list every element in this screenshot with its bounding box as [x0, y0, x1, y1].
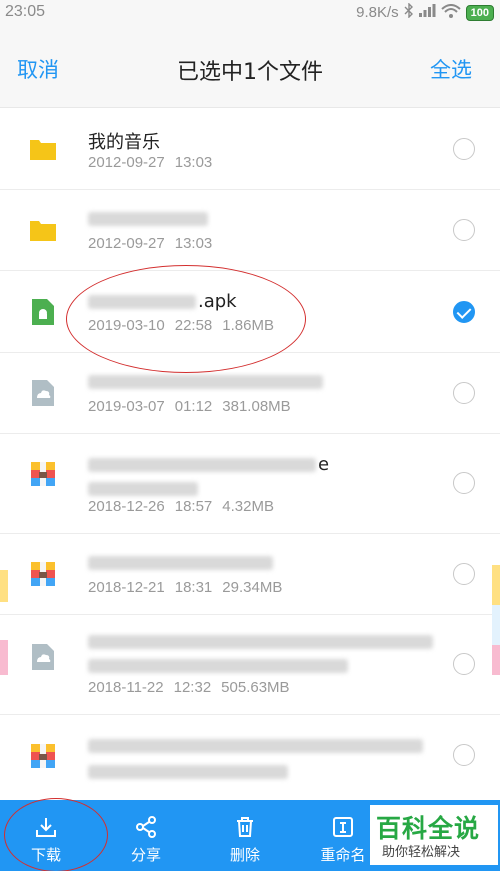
list-item[interactable]: 2018-12-21 18:31 29.34MB: [0, 534, 500, 615]
folder-icon: [30, 221, 56, 241]
page-title: 已选中1个文件: [177, 60, 323, 85]
selection-header: 取消 已选中1个文件 全选: [0, 26, 500, 108]
edge-decoration: [492, 605, 500, 645]
file-date: 2019-03-07: [88, 398, 165, 415]
download-icon: [36, 818, 56, 837]
download-label: 下载: [30, 846, 61, 864]
file-name-line2: [88, 655, 348, 676]
file-meta: 2018-11-22 12:32 505.63MB: [88, 679, 290, 696]
list-item[interactable]: 2018-11-22 12:32 505.63MB: [0, 615, 500, 715]
file-date: 2018-11-22: [88, 679, 164, 696]
file-time: 12:32: [173, 679, 212, 696]
file-date: 2018-12-21: [88, 579, 165, 596]
file-name: .apk: [88, 291, 237, 312]
delete-button[interactable]: 删除: [205, 800, 285, 871]
file-time: 13:03: [174, 154, 213, 171]
file-meta: 2019-03-10 22:58 1.86MB: [88, 317, 274, 334]
select-radio-checked[interactable]: [453, 301, 475, 323]
download-button[interactable]: 下载: [6, 800, 86, 871]
delete-label: 删除: [229, 846, 260, 864]
select-all-button[interactable]: 全选: [430, 54, 472, 84]
file-time: 18:31: [174, 579, 213, 596]
file-size: 29.34MB: [222, 579, 283, 596]
file-size: 381.08MB: [222, 398, 291, 415]
file-meta: 2012-09-27 13:03: [88, 154, 212, 171]
list-item[interactable]: .apk 2019-03-10 22:58 1.86MB: [0, 271, 500, 353]
file-meta: 2019-03-07 01:12 381.08MB: [88, 398, 291, 415]
watermark-title: 百科全说: [376, 814, 481, 843]
wifi-icon: [440, 3, 461, 22]
trash-icon: [237, 817, 253, 837]
archive-icon: [31, 562, 55, 586]
file-name: 我的音乐: [88, 132, 160, 153]
archive-icon: [31, 462, 55, 486]
share-icon: [136, 816, 156, 838]
file-date: 2019-03-10: [88, 317, 165, 334]
file-size: 1.86MB: [222, 317, 274, 334]
file-list: 我的音乐 2012-09-27 13:03 2012-09-27 13:03 .ap…: [0, 108, 500, 800]
list-item[interactable]: [0, 715, 500, 800]
select-radio[interactable]: [453, 382, 475, 404]
edge-decoration: [0, 640, 8, 675]
file-name: e: [88, 454, 329, 475]
file-time: 18:57: [174, 498, 213, 515]
apk-icon: [32, 299, 54, 325]
list-item[interactable]: 2012-09-27 13:03: [0, 190, 500, 271]
archive-icon: [31, 744, 55, 768]
rename-icon: [333, 817, 353, 837]
file-name: [88, 631, 433, 652]
select-radio[interactable]: [453, 472, 475, 494]
select-radio[interactable]: [453, 653, 475, 675]
file-date: 2012-09-27: [88, 154, 165, 171]
list-item[interactable]: e 2018-12-26 18:57 4.32MB: [0, 434, 500, 534]
file-time: 22:58: [174, 317, 213, 334]
file-name: [88, 371, 323, 392]
file-name: [88, 208, 208, 229]
edge-decoration: [492, 645, 500, 675]
file-name: [88, 735, 423, 756]
select-radio[interactable]: [453, 744, 475, 766]
status-bar: 23:05 9.8K/s 100: [0, 0, 500, 26]
file-time: 13:03: [174, 235, 213, 252]
edge-decoration: [0, 570, 8, 602]
battery-icon: 100: [465, 4, 494, 21]
file-meta: 2018-12-26 18:57 4.32MB: [88, 498, 274, 515]
watermark-subtitle: 助你轻松解决: [382, 845, 461, 860]
file-date: 2018-12-26: [88, 498, 165, 515]
signal-icon: [418, 4, 436, 21]
file-meta: 2012-09-27 13:03: [88, 235, 212, 252]
select-radio[interactable]: [453, 219, 475, 241]
network-speed: 9.8K/s: [356, 4, 399, 21]
rename-label: 重命名: [320, 846, 366, 864]
file-size: 505.63MB: [221, 679, 290, 696]
file-size: 4.32MB: [222, 498, 274, 515]
share-label: 分享: [130, 846, 161, 864]
list-item[interactable]: 我的音乐 2012-09-27 13:03: [0, 108, 500, 190]
file-name-line2: [88, 761, 288, 782]
cloud-file-icon: [32, 644, 54, 670]
list-item[interactable]: 2019-03-07 01:12 381.08MB: [0, 353, 500, 434]
select-radio[interactable]: [453, 563, 475, 585]
bluetooth-icon: [404, 2, 414, 22]
folder-icon: [30, 140, 56, 160]
watermark-logo: 百科全说 助你轻松解决: [370, 805, 498, 865]
status-indicators: 9.8K/s 100: [356, 2, 494, 22]
status-time: 23:05: [5, 3, 46, 20]
select-radio[interactable]: [453, 138, 475, 160]
file-date: 2012-09-27: [88, 235, 165, 252]
edge-decoration: [492, 565, 500, 605]
file-meta: 2018-12-21 18:31 29.34MB: [88, 579, 282, 596]
share-button[interactable]: 分享: [106, 800, 186, 871]
file-name: [88, 552, 273, 573]
file-name-line2: [88, 478, 198, 499]
file-time: 01:12: [174, 398, 213, 415]
cloud-file-icon: [32, 380, 54, 406]
